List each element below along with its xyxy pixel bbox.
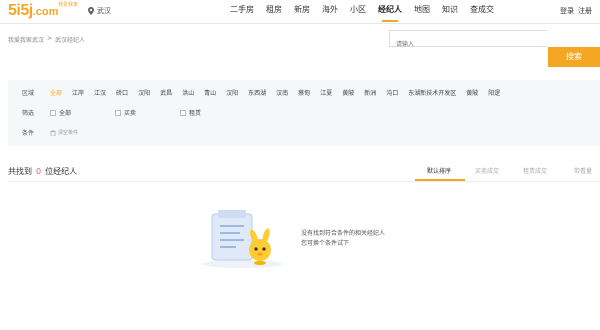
nav-zufang[interactable]: 租房	[260, 0, 288, 22]
city-name: 武汉	[97, 7, 111, 15]
sort-viewings[interactable]: 带看量	[559, 166, 600, 175]
site-logo[interactable]: 5i5j .com	[8, 2, 58, 20]
nav-haiwai[interactable]: 海外	[316, 0, 344, 22]
sort-tabs: 默认排序 买卖成交 租赁成交 带看量	[415, 166, 600, 175]
nav-zhishi[interactable]: 知识	[436, 0, 464, 22]
region-option[interactable]: 江夏	[320, 88, 332, 97]
region-option[interactable]: 青山	[204, 88, 216, 97]
result-number: 0	[36, 167, 42, 176]
filter-checkbox-rent[interactable]: 租赁	[180, 108, 201, 117]
empty-result-illustration	[202, 210, 282, 268]
region-option[interactable]: 汉阳	[226, 88, 238, 97]
region-option[interactable]: 东西湖	[248, 88, 266, 97]
region-option[interactable]: 阳逻	[488, 88, 500, 97]
result-prefix: 共找到	[8, 167, 32, 176]
sort-rent-deals[interactable]: 租赁成交	[511, 166, 559, 175]
nav-ershoufang[interactable]: 二手房	[224, 0, 260, 22]
checkbox-box[interactable]	[180, 109, 187, 116]
result-count: 共找到 0 位经纪人	[8, 166, 77, 177]
search-field[interactable]	[389, 30, 547, 52]
condition-row: 条件 清空条件	[22, 128, 78, 137]
header-divider	[0, 23, 600, 24]
empty-message-line2: 您可换个条件试下	[301, 240, 350, 247]
region-option[interactable]: 硚口	[116, 88, 128, 97]
top-header: 5i5j .com 我爱我家 武汉 二手房 租房 新房 海外 小区 经纪人 地图…	[0, 0, 600, 24]
login-link[interactable]: 登录	[560, 6, 574, 16]
clear-conditions-label: 清空条件	[58, 130, 79, 136]
condition-label: 条件	[22, 130, 35, 137]
checkbox-label: 全部	[59, 110, 72, 117]
breadcrumb: 我爱我家武汉 > 武汉经纪人	[8, 35, 85, 44]
checkbox-box[interactable]	[115, 109, 122, 116]
filter-checkbox-all[interactable]: 全部	[50, 108, 71, 117]
sort-sale-deals[interactable]: 买卖成交	[463, 166, 511, 175]
city-selector[interactable]: 武汉	[88, 6, 111, 16]
breadcrumb-separator: >	[47, 35, 53, 42]
region-label: 区域	[22, 90, 35, 97]
region-option[interactable]: 新洲	[364, 88, 376, 97]
region-option[interactable]: 沌口	[386, 88, 398, 97]
region-option[interactable]: 汉南	[276, 88, 288, 97]
region-option[interactable]: 全部	[50, 88, 62, 97]
checkbox-box[interactable]	[50, 109, 56, 116]
result-suffix: 位经纪人	[45, 167, 78, 176]
trash-icon	[50, 129, 56, 136]
logo-tagline: 我爱我家	[58, 2, 79, 8]
clear-conditions-button[interactable]: 清空条件	[50, 129, 78, 136]
nav-ditu[interactable]: 地图	[408, 0, 436, 22]
region-option[interactable]: 蔡甸	[298, 88, 310, 97]
region-option[interactable]: 江岸	[72, 88, 84, 97]
search-button[interactable]: 搜索	[548, 47, 600, 67]
logo-domain-text: .com	[32, 6, 59, 18]
region-filter-row: 区域 全部 江岸 江汉 硚口 汉阳 武昌 洪山 青山 汉阳 东西湖 汉南 蔡甸 …	[22, 88, 510, 97]
search-input[interactable]	[390, 37, 547, 52]
type-filter-row: 筛选 全部 买卖 租赁	[22, 108, 245, 117]
filter-panel: 区域 全部 江岸 江汉 硚口 汉阳 武昌 洪山 青山 汉阳 东西湖 汉南 蔡甸 …	[8, 80, 600, 146]
region-option[interactable]: 东湖新技术开发区	[408, 88, 456, 97]
breadcrumb-home[interactable]: 我爱我家武汉	[8, 35, 44, 44]
region-option[interactable]: 黄陂	[466, 88, 478, 97]
nav-chachengjiao[interactable]: 查成交	[464, 0, 500, 22]
region-option[interactable]: 汉阳	[138, 88, 150, 97]
auth-links: 登录 注册	[560, 6, 592, 16]
region-option[interactable]: 黄陂	[342, 88, 354, 97]
nav-xinfang[interactable]: 新房	[288, 0, 316, 22]
empty-message: 没有找到符合条件的相关经纪人 您可换个条件试下	[301, 229, 385, 249]
results-divider	[8, 181, 600, 182]
location-pin-icon	[88, 7, 94, 15]
filter-checkbox-sale[interactable]: 买卖	[115, 108, 136, 117]
empty-message-line1: 没有找到符合条件的相关经纪人	[301, 230, 386, 237]
nav-xiaoqu[interactable]: 小区	[344, 0, 372, 22]
region-option[interactable]: 武昌	[160, 88, 172, 97]
checkbox-label: 租赁	[189, 110, 202, 117]
breadcrumb-current[interactable]: 武汉经纪人	[55, 35, 85, 44]
region-option[interactable]: 江汉	[94, 88, 106, 97]
filter-label: 筛选	[22, 110, 35, 117]
register-link[interactable]: 注册	[578, 6, 592, 16]
sort-default[interactable]: 默认排序	[415, 166, 463, 175]
checkbox-label: 买卖	[124, 110, 137, 117]
main-nav: 二手房 租房 新房 海外 小区 经纪人 地图 知识 查成交	[224, 0, 500, 22]
nav-jingjiren[interactable]: 经纪人	[372, 0, 408, 22]
logo-main-text: 5i5j	[8, 2, 33, 19]
region-option[interactable]: 洪山	[182, 88, 194, 97]
